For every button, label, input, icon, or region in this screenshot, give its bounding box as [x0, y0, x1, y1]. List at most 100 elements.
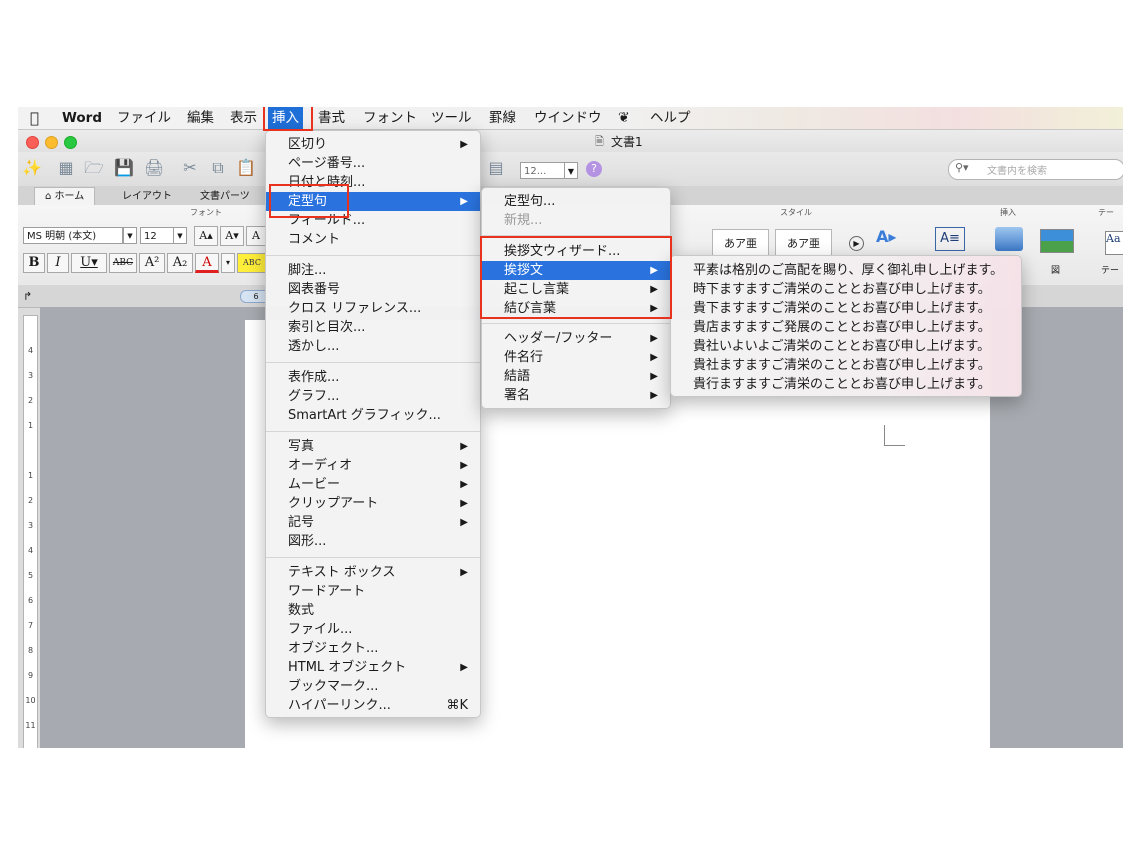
menubar-tools[interactable]: ツール: [431, 107, 472, 129]
templates-icon[interactable]: ▦: [56, 158, 76, 178]
menu-item-html-object[interactable]: HTML オブジェクト ▶: [266, 658, 480, 677]
theme-sample[interactable]: Aa: [1105, 231, 1123, 255]
menu-item-page-number[interactable]: ページ番号...: [266, 154, 480, 173]
menu-item-index-toc[interactable]: 索引と目次...: [266, 318, 480, 337]
highlight-icon[interactable]: ABC: [237, 253, 267, 273]
font-color-chevron-icon[interactable]: ▾: [221, 253, 235, 273]
underline-icon[interactable]: U▾: [71, 253, 107, 273]
menubar-insert[interactable]: 挿入: [268, 107, 303, 129]
menu-item-autotext[interactable]: 定型句 ▶: [266, 192, 480, 211]
view-icon[interactable]: ▤: [486, 158, 506, 178]
menu-item-cross-reference[interactable]: クロス リファレンス...: [266, 299, 480, 318]
font-name-select[interactable]: MS 明朝 (本文): [23, 227, 123, 244]
search-field[interactable]: ⚲▾ 文書内を検索: [948, 159, 1123, 180]
apple-icon[interactable]: : [30, 107, 39, 129]
menu-item-autotext-dialog[interactable]: 定型句...: [482, 192, 670, 211]
menu-item-chart[interactable]: グラフ...: [266, 387, 480, 406]
menubar-table[interactable]: 罫線: [489, 107, 516, 129]
menu-item-subject-line[interactable]: 件名行 ▶: [482, 348, 670, 367]
menu-item-greeting[interactable]: 挨拶文 ▶: [482, 261, 670, 280]
menu-item-hyperlink[interactable]: ハイパーリンク... ⌘K: [266, 696, 480, 715]
menu-item-footnote[interactable]: 脚注...: [266, 261, 480, 280]
menu-item-table[interactable]: 表作成...: [266, 368, 480, 387]
menu-item-bookmark[interactable]: ブックマーク...: [266, 677, 480, 696]
menu-item-watermark[interactable]: 透かし...: [266, 337, 480, 356]
menu-item-shape[interactable]: 図形...: [266, 532, 480, 551]
print-icon[interactable]: 🖨: [144, 158, 164, 178]
greeting-item[interactable]: 貴社いよいよご清栄のこととお喜び申し上げます。: [671, 337, 1021, 356]
paste-icon[interactable]: 📋: [236, 158, 256, 178]
tab-document-parts[interactable]: 文書パーツ: [200, 188, 250, 205]
menu-item-clipart[interactable]: クリップアート ▶: [266, 494, 480, 513]
cut-icon[interactable]: ✂: [180, 158, 200, 178]
strikethrough-icon[interactable]: ABC: [109, 253, 137, 273]
menu-item-file[interactable]: ファイル...: [266, 620, 480, 639]
menu-item-closing[interactable]: 結語 ▶: [482, 367, 670, 386]
minimize-window-button[interactable]: [45, 136, 58, 149]
menu-item-opening-words[interactable]: 起こし言葉 ▶: [482, 280, 670, 299]
menu-item-object[interactable]: オブジェクト...: [266, 639, 480, 658]
greeting-item[interactable]: 貴下ますますご清栄のこととお喜び申し上げます。: [671, 299, 1021, 318]
new-document-icon[interactable]: ✨: [22, 158, 42, 178]
shrink-font-icon[interactable]: A▾: [220, 226, 244, 246]
menu-item-field[interactable]: フィールド...: [266, 211, 480, 230]
font-size-select[interactable]: 12: [140, 227, 176, 244]
font-color-icon[interactable]: A: [195, 253, 219, 273]
menu-item-comment[interactable]: コメント: [266, 230, 480, 249]
save-icon[interactable]: 💾: [114, 158, 134, 178]
tab-stop-icon[interactable]: ↱: [23, 290, 32, 303]
close-window-button[interactable]: [26, 136, 39, 149]
menu-item-equation[interactable]: 数式: [266, 601, 480, 620]
menu-item-signature[interactable]: 署名 ▶: [482, 386, 670, 405]
greeting-item[interactable]: 貴店ますますご発展のこととお喜び申し上げます。: [671, 318, 1021, 337]
menu-item-break[interactable]: 区切り ▶: [266, 135, 480, 154]
menu-item-wordart[interactable]: ワードアート: [266, 582, 480, 601]
greeting-item[interactable]: 貴行ますますご清栄のこととお喜び申し上げます。: [671, 375, 1021, 394]
clear-format-icon[interactable]: A: [246, 226, 266, 246]
copy-icon[interactable]: ⧉: [208, 158, 228, 178]
menu-item-photo[interactable]: 写真 ▶: [266, 437, 480, 456]
menu-item-movie[interactable]: ムービー ▶: [266, 475, 480, 494]
superscript-icon[interactable]: A²: [139, 253, 165, 273]
shapes-icon[interactable]: [995, 227, 1023, 251]
menu-item-date-time[interactable]: 日付と時刻...: [266, 173, 480, 192]
styles-pane-icon[interactable]: A▸: [876, 227, 896, 246]
menubar-edit[interactable]: 編集: [187, 107, 214, 129]
grow-font-icon[interactable]: A▴: [194, 226, 218, 246]
menubar-file[interactable]: ファイル: [117, 107, 171, 129]
menu-item-text-box[interactable]: テキスト ボックス ▶: [266, 563, 480, 582]
menu-item-caption[interactable]: 図表番号: [266, 280, 480, 299]
menu-item-symbol[interactable]: 記号 ▶: [266, 513, 480, 532]
font-size-chevron-icon[interactable]: ▼: [173, 227, 187, 244]
text-box-icon[interactable]: A≡: [935, 227, 965, 251]
chevron-down-icon[interactable]: ▼: [564, 162, 578, 179]
menubar-view[interactable]: 表示: [230, 107, 257, 129]
tab-layout[interactable]: レイアウト: [122, 188, 172, 205]
menu-item-header-footer[interactable]: ヘッダー/フッター ▶: [482, 329, 670, 348]
menubar-help[interactable]: ヘルプ: [650, 107, 691, 129]
subscript-icon[interactable]: A₂: [167, 253, 193, 273]
menu-item-audio[interactable]: オーディオ ▶: [266, 456, 480, 475]
greeting-item[interactable]: 時下ますますご清栄のこととお喜び申し上げます。: [671, 280, 1021, 299]
help-icon[interactable]: ?: [586, 161, 602, 177]
zoom-window-button[interactable]: [64, 136, 77, 149]
font-name-chevron-icon[interactable]: ▼: [123, 227, 137, 244]
menubar-font[interactable]: フォント: [363, 107, 417, 129]
menubar-format[interactable]: 書式: [318, 107, 345, 129]
menu-item-closing-words[interactable]: 結び言葉 ▶: [482, 299, 670, 318]
menu-item-smartart[interactable]: SmartArt グラフィック...: [266, 406, 480, 425]
script-menu-icon[interactable]: ❦: [618, 107, 630, 129]
italic-icon[interactable]: I: [47, 253, 69, 273]
menubar-window[interactable]: ウインドウ: [534, 107, 602, 129]
menubar-app-name[interactable]: Word: [62, 107, 102, 129]
bold-icon[interactable]: B: [23, 253, 45, 273]
open-folder-icon[interactable]: 🗁: [84, 158, 104, 178]
menu-item-greeting-wizard[interactable]: 挨拶文ウィザード...: [482, 242, 670, 261]
style-next-icon[interactable]: ▶: [849, 236, 864, 251]
picture-icon[interactable]: [1040, 229, 1074, 253]
zoom-select[interactable]: 12...: [520, 162, 566, 179]
tab-home[interactable]: ⌂ ホーム: [34, 187, 96, 205]
font-group-label: フォント: [190, 208, 222, 217]
greeting-item[interactable]: 平素は格別のご高配を賜り、厚く御礼申し上げます。: [671, 261, 1021, 280]
greeting-item[interactable]: 貴社ますますご清栄のこととお喜び申し上げます。: [671, 356, 1021, 375]
